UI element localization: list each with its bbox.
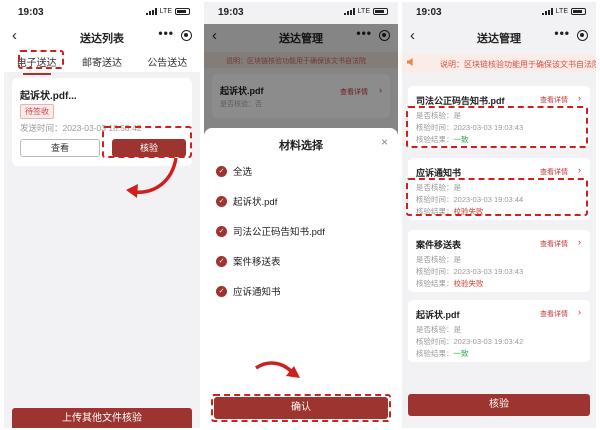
verified-line: 是否核验：是 [416,255,461,264]
notice-text: 说明：区块链核验功能用于确保该文书自法院 [440,60,596,69]
signal-icon [541,8,553,15]
status-badge: 待签收 [20,104,54,119]
option-label: 司法公正码告知书.pdf [233,227,325,238]
verified-line: 是否核验：是 [416,111,461,120]
result-card-title: 应诉通知书 [416,168,462,178]
tab-mail-delivery[interactable]: 邮寄送达 [78,52,126,72]
result-label: 核验结果： [416,349,454,358]
status-bar: 19:03 LTE [402,2,596,24]
battery-icon [373,8,388,15]
view-button[interactable]: 查看 [20,139,100,157]
status-icons: LTE [343,8,388,15]
status-time: 19:03 [416,7,442,18]
verify-result-line: 核验结果：校验失败 [416,206,484,217]
send-time: 发送时间：2023-03-03 18:58:42 [20,123,142,133]
option-label: 全选 [233,167,253,178]
result-card-title: 起诉状.pdf [416,310,460,320]
annotation-arrow-icon [126,157,178,198]
result-card-title: 案件移送表 [416,240,462,250]
more-dots-icon[interactable]: ••• [554,26,570,40]
check-circle-icon: ✓ [216,165,227,177]
tab-bar: 电子送达 邮寄送达 公告送达 [4,52,200,75]
result-label: 核验结果： [416,207,454,216]
status-time: 19:03 [218,7,244,18]
verified-line: 是否核验：是 [416,183,461,192]
result-value: 一致 [453,135,469,144]
signal-icon [343,8,355,15]
result-card-title: 司法公正码告知书.pdf [416,96,505,106]
check-circle-icon: ✓ [216,225,227,237]
chevron-right-icon: › [578,165,581,175]
target-circle-icon[interactable] [181,30,192,41]
annotation-arrow-icon [255,361,300,378]
detail-link[interactable]: 查看详情 [540,95,568,105]
battery-icon [571,8,586,15]
result-value: 一致 [453,349,469,358]
verify-result-line: 核验结果：校验失败 [416,278,484,289]
network-label: LTE [555,8,568,15]
result-card: 案件移送表 查看详情 › 是否核验：是 核验时间：2023-03-03 19:0… [408,230,590,292]
tab-electronic-delivery[interactable]: 电子送达 [13,52,61,75]
detail-link[interactable]: 查看详情 [540,239,568,249]
verify-time-line: 核验时间：2023-03-03 19:03:44 [416,195,524,204]
result-card: 司法公正码告知书.pdf 查看详情 › 是否核验：是 核验时间：2023-03-… [408,86,590,148]
status-time: 19:03 [18,7,44,18]
confirm-button[interactable]: 确认 [214,397,388,419]
result-label: 核验结果： [416,279,454,288]
status-icons: LTE [541,8,586,15]
result-value: 校验失败 [453,279,484,288]
detail-link[interactable]: 查看详情 [540,167,568,177]
tab-notice-delivery[interactable]: 公告送达 [143,52,191,72]
phone-delivery-list: 19:03 LTE ‹ 送达列表 ••• 电子送达 邮寄送达 公告送达 起诉状.… [4,2,200,428]
status-icons: LTE [145,8,190,15]
verify-time-line: 核验时间：2023-03-03 19:03:43 [416,123,524,132]
result-value: 校验失败 [453,207,484,216]
verify-result-line: 核验结果：一致 [416,348,469,359]
option-complaint-pdf[interactable]: ✓ 起诉状.pdf [216,194,277,208]
check-circle-icon: ✓ [216,255,227,267]
chevron-right-icon: › [578,237,581,247]
status-bar: 19:03 LTE [204,2,398,24]
signal-icon [145,8,157,15]
document-title: 起诉状.pdf... [20,91,77,102]
phone-material-select: 19:03 LTE ‹ 送达管理 ••• 说明：区块链核验功能用于确保该文书自法… [204,2,398,428]
verified-line: 是否核验：是 [416,325,461,334]
sheet-title: 材料选择 [279,140,323,152]
check-circle-icon: ✓ [216,195,227,207]
option-case-transfer[interactable]: ✓ 案件移送表 [216,254,281,268]
speaker-icon [407,58,413,66]
more-dots-icon[interactable]: ••• [158,26,174,40]
network-label: LTE [357,8,370,15]
option-label: 案件移送表 [233,257,281,268]
status-bar: 19:03 LTE [4,2,200,24]
nav-bar: ‹ 送达管理 ••• [402,26,596,48]
option-response-notice[interactable]: ✓ 应诉通知书 [216,284,281,298]
chevron-right-icon: › [578,93,581,103]
option-label: 应诉通知书 [233,287,281,298]
result-card: 起诉状.pdf 查看详情 › 是否核验：是 核验时间：2023-03-03 19… [408,300,590,362]
verify-time-line: 核验时间：2023-03-03 19:03:43 [416,267,524,276]
close-icon[interactable]: × [381,135,388,149]
network-label: LTE [159,8,172,15]
verify-result-line: 核验结果：一致 [416,134,469,145]
chevron-right-icon: › [578,307,581,317]
check-circle-icon: ✓ [216,285,227,297]
detail-link[interactable]: 查看详情 [540,309,568,319]
phone-verify-results: 19:03 LTE ‹ 送达管理 ••• 说明：区块链核验功能用于确保该文书自法… [402,2,596,428]
nav-bar: ‹ 送达列表 ••• [4,26,200,48]
verify-time-line: 核验时间：2023-03-03 19:03:42 [416,337,524,346]
battery-icon [175,8,190,15]
option-label: 起诉状.pdf [233,197,278,208]
notice-bar: 说明：区块链核验功能用于确保该文书自法院 [402,54,596,72]
option-justice-code-pdf[interactable]: ✓ 司法公正码告知书.pdf [216,224,325,238]
result-card: 应诉通知书 查看详情 › 是否核验：是 核验时间：2023-03-03 19:0… [408,158,590,220]
verify-button[interactable]: 核验 [408,394,590,416]
target-circle-icon[interactable] [577,30,588,41]
upload-other-files-button[interactable]: 上传其他文件核验 [12,408,192,428]
option-select-all[interactable]: ✓ 全选 [216,164,252,178]
result-label: 核验结果： [416,135,454,144]
